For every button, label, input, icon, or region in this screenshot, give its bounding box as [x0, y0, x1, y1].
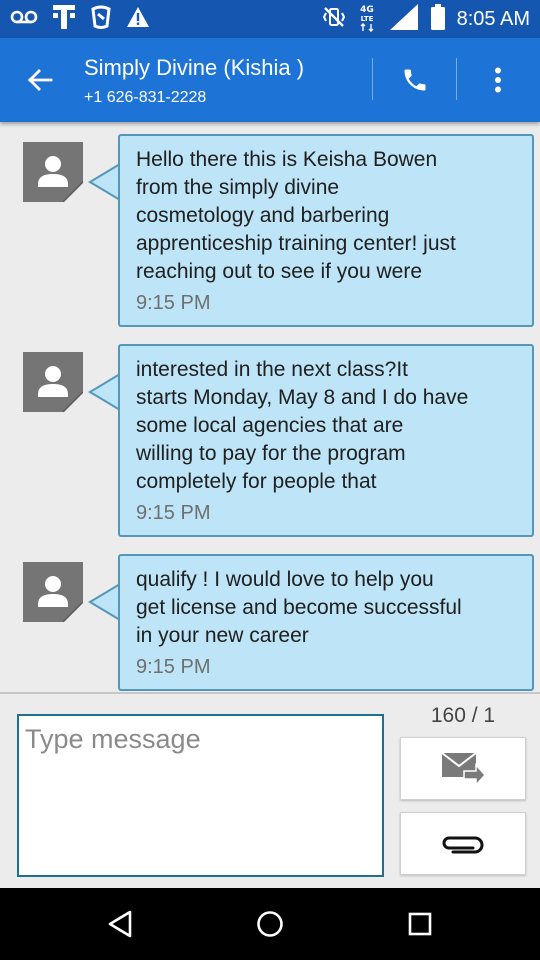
conversation-app-bar: Simply Divine (Kishia ) +1 626-831-2228 — [0, 38, 540, 122]
back-triangle-icon — [108, 910, 132, 938]
system-navigation-bar — [0, 888, 540, 960]
status-bar: 4G LTE 8:05 AM — [0, 0, 540, 38]
message-text: qualify ! I would love to help you get l… — [136, 568, 462, 647]
tmobile-logo-icon — [52, 4, 76, 34]
recents-square-icon — [408, 912, 432, 936]
message-bubble[interactable]: qualify ! I would love to help you get l… — [118, 554, 534, 691]
phone-icon — [404, 69, 426, 91]
person-icon — [38, 576, 83, 622]
nav-back-button[interactable] — [90, 900, 150, 948]
contact-phone-number: +1 626-831-2228 — [84, 89, 207, 106]
message-bubble[interactable]: interested in the next class?It starts M… — [118, 344, 534, 537]
message-time: 9:15 PM — [136, 292, 211, 314]
paperclip-icon — [442, 836, 484, 853]
send-mail-icon — [441, 751, 486, 787]
bubble-tail — [88, 163, 122, 201]
message-text: interested in the next class?It starts M… — [136, 358, 469, 493]
message-time: 9:15 PM — [136, 656, 211, 678]
voicemail-icon — [10, 9, 38, 29]
nav-recents-button[interactable] — [390, 900, 450, 948]
warning-icon — [126, 6, 150, 32]
compose-area: 160 / 1 — [0, 692, 540, 888]
arrow-left-icon — [28, 69, 53, 91]
character-counter: 160 / 1 — [430, 704, 496, 727]
avatar[interactable] — [23, 142, 83, 202]
avatar[interactable] — [23, 562, 83, 622]
send-button[interactable] — [400, 737, 526, 800]
vibrate-icon — [322, 6, 345, 32]
svg-text:LTE: LTE — [360, 15, 373, 23]
person-icon — [38, 156, 83, 202]
avatar[interactable] — [23, 352, 83, 412]
back-button[interactable] — [18, 60, 62, 100]
status-icons-left — [10, 0, 150, 38]
message-input[interactable] — [17, 714, 384, 877]
nav-home-button[interactable] — [240, 900, 300, 948]
svg-text:4G: 4G — [360, 5, 374, 15]
more-options-button[interactable] — [476, 58, 520, 102]
more-vert-icon — [495, 67, 501, 93]
battery-icon — [430, 4, 445, 34]
call-button[interactable] — [388, 58, 442, 102]
home-circle-icon — [257, 911, 283, 937]
signal-icon — [389, 3, 419, 35]
message-list[interactable]: Hello there this is Keisha Bowen from th… — [0, 122, 540, 692]
toolbar-divider — [372, 58, 373, 100]
status-time: 8:05 AM — [456, 7, 530, 30]
message-text: Hello there this is Keisha Bowen from th… — [136, 148, 456, 283]
message-time: 9:15 PM — [136, 502, 211, 524]
bubble-tail — [88, 583, 122, 621]
person-icon — [38, 366, 83, 412]
message-bubble[interactable]: Hello there this is Keisha Bowen from th… — [118, 134, 534, 327]
app-notification-icon — [90, 5, 112, 33]
status-icons-right: 4G LTE 8:05 AM — [322, 0, 530, 38]
toolbar-divider — [456, 58, 457, 100]
attach-button[interactable] — [400, 812, 526, 875]
contact-name: Simply Divine (Kishia ) — [84, 55, 305, 80]
bubble-tail — [88, 373, 122, 411]
network-4g-lte-icon: 4G LTE — [357, 2, 377, 36]
